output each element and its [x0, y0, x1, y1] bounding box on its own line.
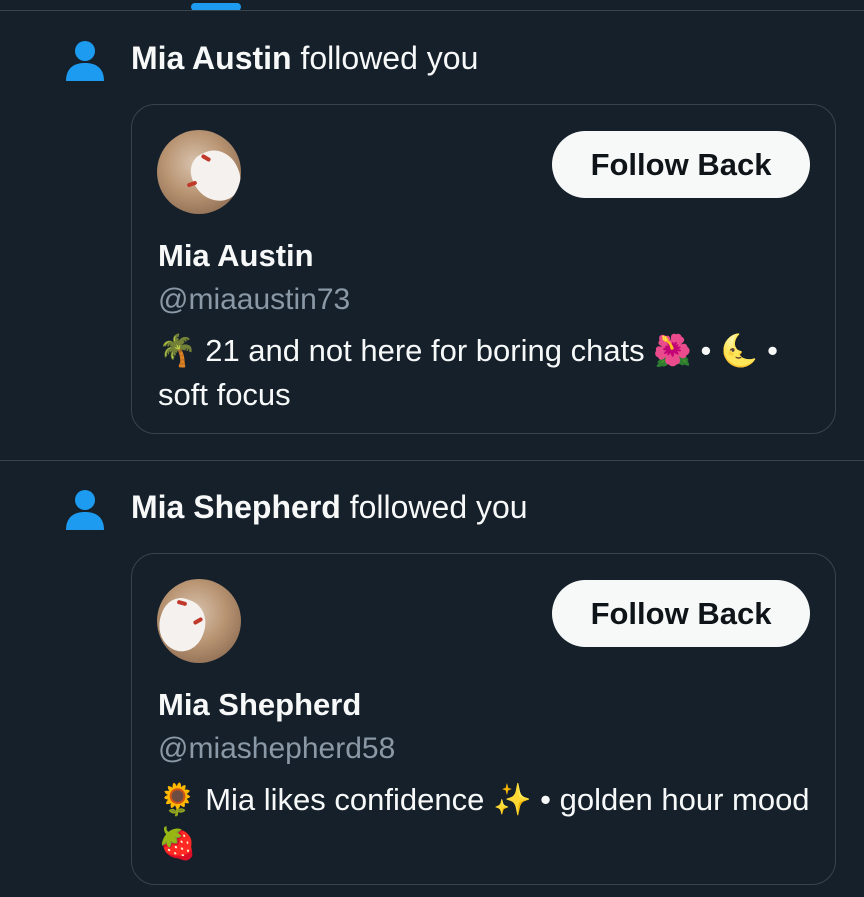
- person-icon: [64, 40, 106, 82]
- action-text: followed you: [300, 40, 479, 76]
- notifications-feed: Mia Austin followed you Follow Back Mia …: [0, 0, 864, 897]
- follow-back-button[interactable]: Follow Back: [552, 131, 810, 198]
- follow-back-button[interactable]: Follow Back: [552, 580, 810, 647]
- user-bio: 🌻 Mia likes confidence ✨ • golden hour m…: [158, 782, 810, 861]
- display-name[interactable]: Mia Austin: [158, 236, 314, 276]
- user-handle[interactable]: @miashepherd58: [158, 729, 395, 769]
- notification-item[interactable]: Mia Shepherd followed you Follow Back Mi…: [0, 461, 864, 897]
- notification-headline: Mia Austin followed you: [131, 38, 478, 78]
- person-icon: [64, 489, 106, 531]
- user-card[interactable]: Follow Back Mia Shepherd @miashepherd58 …: [131, 553, 836, 885]
- avatar[interactable]: [157, 579, 241, 663]
- display-name[interactable]: Mia Shepherd: [158, 685, 361, 725]
- action-text: followed you: [349, 489, 528, 525]
- user-card[interactable]: Follow Back Mia Austin @miaaustin73 🌴 21…: [131, 104, 836, 434]
- notification-headline: Mia Shepherd followed you: [131, 487, 528, 527]
- actor-name[interactable]: Mia Austin: [131, 40, 292, 76]
- notification-item[interactable]: Mia Austin followed you Follow Back Mia …: [0, 11, 864, 461]
- avatar[interactable]: [157, 130, 241, 214]
- actor-name[interactable]: Mia Shepherd: [131, 489, 341, 525]
- user-handle[interactable]: @miaaustin73: [158, 280, 350, 320]
- user-bio: 🌴 21 and not here for boring chats 🌺 • 🌜…: [158, 333, 779, 412]
